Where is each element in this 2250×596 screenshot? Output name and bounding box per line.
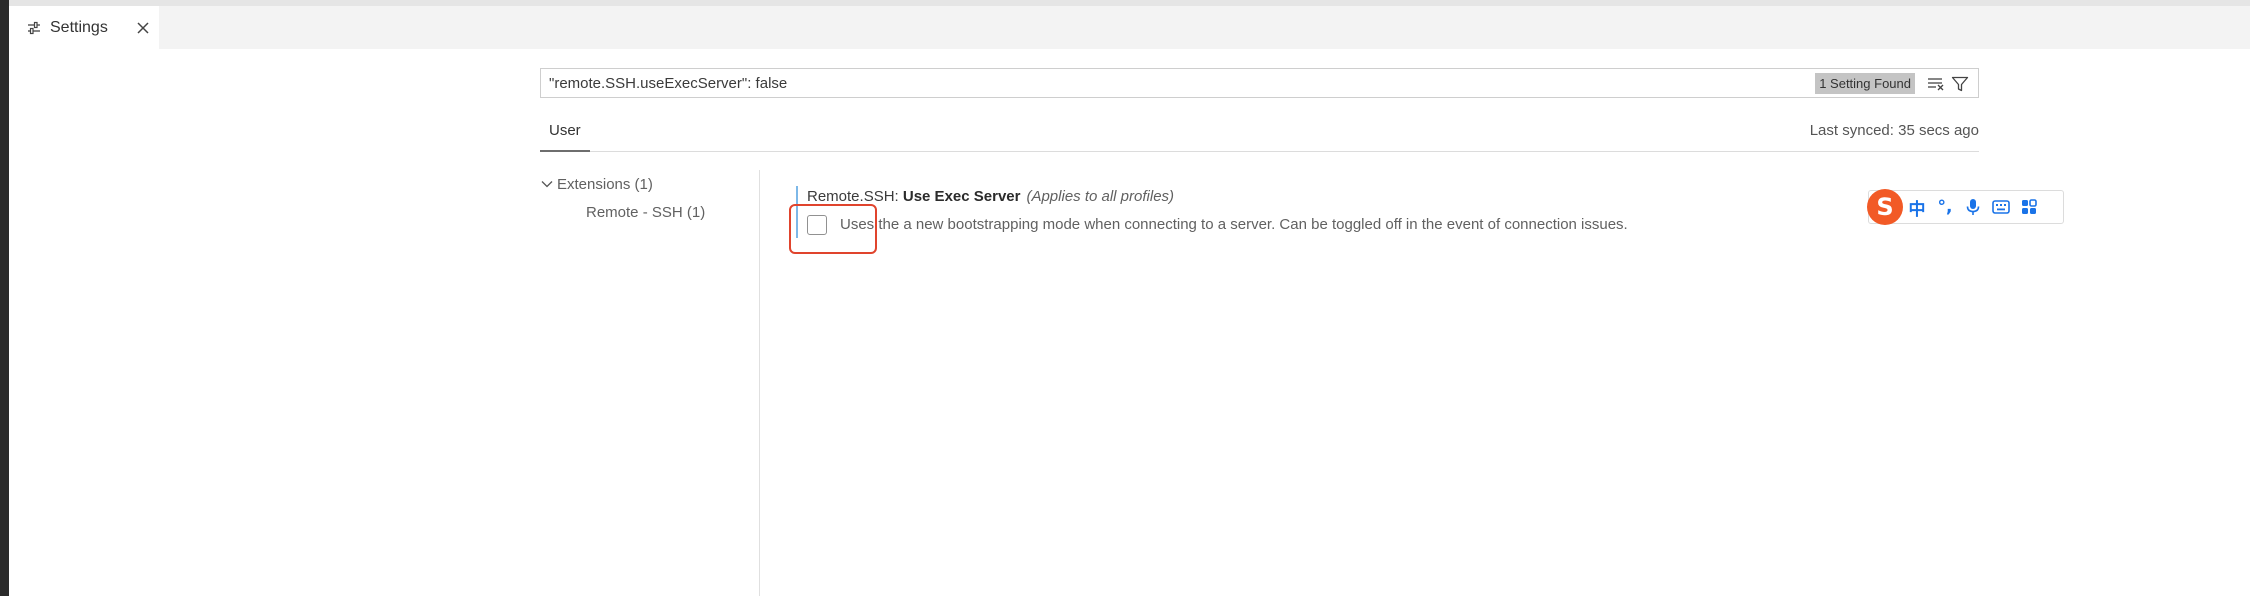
tab-label: Settings — [50, 18, 108, 36]
ime-toolbar: S 中 °, — [1867, 189, 2064, 225]
toc-divider — [759, 170, 760, 596]
use-exec-server-checkbox[interactable] — [807, 215, 827, 235]
setting-category: Remote.SSH: — [807, 188, 903, 205]
setting-item-use-exec-server: Remote.SSH: Use Exec Server (Applies to a… — [789, 182, 1946, 254]
toc-label-extensions: Extensions (1) — [557, 175, 653, 193]
setting-focus-indicator — [796, 186, 798, 238]
settings-toc: Extensions (1) Remote - SSH (1) — [540, 170, 760, 226]
ime-logo-icon[interactable]: S — [1867, 189, 1903, 225]
search-query-text: "remote.SSH.useExecServer": false — [549, 74, 788, 92]
settings-found-badge: 1 Setting Found — [1815, 73, 1915, 94]
toc-label-remote-ssh: Remote - SSH (1) — [586, 203, 706, 221]
ime-punctuation-toggle[interactable]: °, — [1931, 192, 1959, 222]
editor-tab-strip: Settings — [9, 6, 2250, 49]
settings-search-input[interactable]: "remote.SSH.useExecServer": false 1 Sett… — [540, 68, 1979, 98]
setting-title: Remote.SSH: Use Exec Server (Applies to a… — [807, 188, 1174, 205]
filter-icon[interactable] — [1951, 75, 1969, 93]
settings-window: Settings "remote.SSH.useExecServer": fal… — [0, 0, 2250, 596]
close-icon[interactable] — [133, 18, 153, 38]
setting-scope-note: (Applies to all profiles) — [1026, 188, 1175, 205]
keyboard-icon[interactable] — [1987, 192, 2015, 222]
settings-sliders-icon — [26, 20, 42, 36]
clear-filter-icon[interactable] — [1927, 75, 1945, 93]
activity-bar-edge — [0, 0, 9, 596]
setting-description: Uses the a new bootstrapping mode when c… — [840, 216, 1628, 233]
ime-language-toggle[interactable]: 中 — [1903, 192, 1931, 222]
microphone-icon[interactable] — [1959, 192, 1987, 222]
tab-settings[interactable]: Settings — [9, 6, 159, 49]
tab-user[interactable]: User — [540, 118, 590, 152]
settings-scope-tabs: User Last synced: 35 secs ago — [540, 118, 1979, 152]
apps-grid-icon[interactable] — [2015, 192, 2043, 222]
toc-item-remote-ssh[interactable]: Remote - SSH (1) — [540, 198, 760, 226]
chevron-down-icon — [540, 177, 554, 191]
toc-item-extensions[interactable]: Extensions (1) — [540, 170, 760, 198]
last-synced-status: Last synced: 35 secs ago — [1809, 122, 1979, 139]
setting-name: Use Exec Server — [902, 188, 1021, 205]
